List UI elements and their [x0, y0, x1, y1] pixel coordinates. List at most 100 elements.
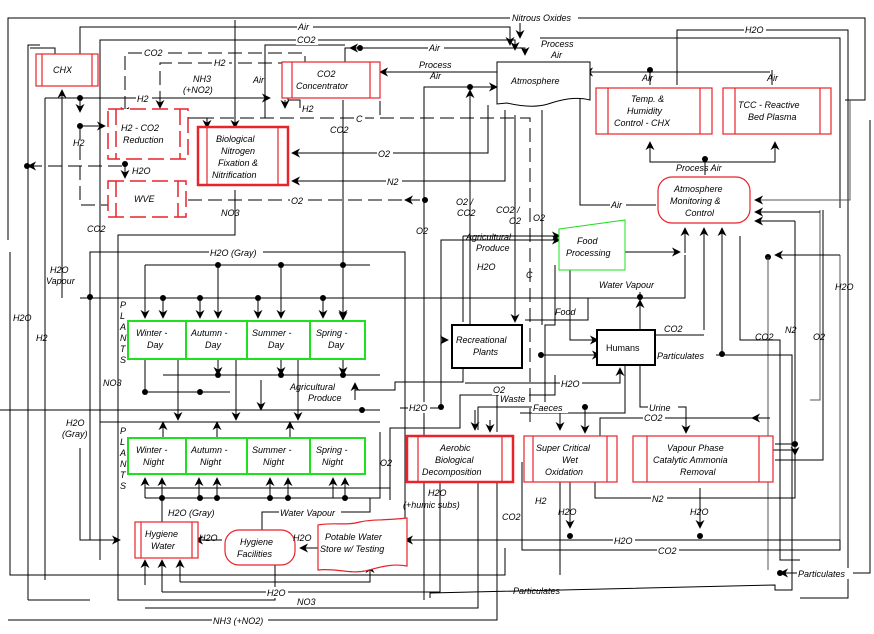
flow-water-vapour — [640, 255, 686, 299]
label-h2o-gray-left-1: H2O — [66, 418, 85, 428]
node-h2-co2-reduction-label-1: H2 - CO2 — [121, 123, 159, 133]
plant-spring-night-label-2: Night — [322, 457, 344, 467]
label-process-air-conc-1: Process — [419, 60, 452, 70]
node-vpcar-label-2: Catalytic Ammonia — [653, 455, 728, 465]
label-h2o-bottom-left: H2O — [267, 588, 286, 598]
plant-summer-night-label-1: Summer - — [252, 445, 292, 455]
plants-night-vertical-label: PLANTS — [119, 426, 127, 491]
node-bio-nitrogen-fixation[interactable]: Biological Nitrogen Fixation & Nitrifica… — [196, 125, 290, 187]
node-hygiene-water-label-2: Water — [151, 541, 176, 551]
label-waste: Waste — [500, 394, 525, 404]
plant-winter-night[interactable]: Winter - Night — [127, 437, 187, 475]
node-recreational-plants[interactable]: Recreational Plants — [451, 324, 523, 369]
label-co2-left: CO2 — [87, 224, 106, 234]
node-h2-co2-reduction[interactable]: H2 - CO2 Reduction — [107, 108, 189, 160]
label-h2o-far-left: H2O — [13, 313, 32, 323]
label-co2-dash: CO2 — [144, 48, 163, 58]
label-h2o-bottom: H2O — [614, 536, 633, 546]
node-humans[interactable]: Humans — [596, 329, 656, 366]
node-scwo-label-2: Wet — [562, 455, 578, 465]
node-atmo-monitoring-label-2: Monitoring & — [670, 196, 721, 206]
label-h2-left: H2 — [73, 138, 85, 148]
node-co2-concentrator[interactable]: CO2 Concentrator — [281, 61, 381, 99]
plant-autumn-day[interactable]: Autumn - Day — [185, 320, 248, 360]
label-air-temp: Air — [641, 73, 654, 83]
label-air-mon: Air — [610, 200, 623, 210]
node-food-processing[interactable]: Food Processing — [558, 219, 626, 271]
plant-autumn-night[interactable]: Autumn - Night — [185, 437, 248, 475]
node-atmosphere[interactable]: Atmosphere — [496, 61, 591, 107]
plant-winter-day[interactable]: Winter - Day — [127, 320, 187, 360]
node-bio-nitrogen-label-4: Nitrification — [212, 170, 257, 180]
plant-spring-night[interactable]: Spring - Night — [309, 437, 366, 475]
label-h2o-wve: H2O — [132, 166, 151, 176]
node-atmosphere-monitoring[interactable]: Atmosphere Monitoring & Control — [657, 176, 751, 224]
node-temp-humidity-label-3: Control - CHX — [614, 118, 671, 128]
label-o2-co2-1: O2 / — [456, 197, 475, 207]
label-o2-bio: O2 — [378, 149, 390, 159]
label-air-tcc: Air — [766, 73, 779, 83]
node-food-processing-label-1: Food — [577, 236, 599, 246]
label-no3-bottom: NO3 — [297, 597, 316, 607]
label-co2-urine: CO2 — [644, 413, 663, 423]
label-co2-right: CO2 — [755, 332, 774, 342]
plant-summer-night[interactable]: Summer - Night — [246, 437, 311, 475]
label-food: Food — [555, 307, 577, 317]
node-tcc-reactive-bed-plasma[interactable]: TCC - Reactive Bed Plasma — [722, 87, 832, 135]
node-atmosphere-label: Atmosphere — [510, 76, 560, 86]
label-n2-bio: N2 — [387, 177, 399, 187]
label-no3-bio: NO3 — [221, 208, 240, 218]
node-aerobic-label-1: Aerobic — [439, 443, 471, 453]
node-potable-water-label-1: Potable Water — [325, 532, 383, 542]
label-nitrous-oxides: Nitrous Oxides — [512, 13, 572, 23]
label-h2-scwo: H2 — [535, 496, 547, 506]
node-vapour-phase-catalytic-ammonia-removal[interactable]: Vapour Phase Catalytic Ammonia Removal — [632, 435, 774, 483]
label-process-air-atm-2: Air — [550, 50, 563, 60]
node-tcc-label-2: Bed Plasma — [748, 112, 797, 122]
plant-summer-day[interactable]: Summer - Day — [246, 320, 311, 360]
node-vpcar-label-3: Removal — [680, 467, 717, 477]
node-potable-water-store[interactable]: Potable Water Store w/ Testing — [317, 517, 408, 573]
label-h2o-potable: H2O — [293, 533, 312, 543]
plant-autumn-day-label-1: Autumn - — [190, 328, 228, 338]
label-agri-produce-food-2: Produce — [476, 243, 510, 253]
label-particulates-bottom: Particulates — [513, 586, 561, 596]
label-co2-top: CO2 — [297, 35, 316, 45]
node-temp-humidity-label-2: Humidity — [627, 106, 663, 116]
label-process-air-atm-1: Process — [541, 39, 574, 49]
plant-summer-day-label-2: Day — [268, 340, 285, 350]
node-hygiene-facilities[interactable]: Hygiene Facilities — [224, 529, 296, 566]
plant-autumn-night-label-1: Autumn - — [190, 445, 228, 455]
plant-winter-night-label-1: Winter - — [136, 445, 167, 455]
plants-night-group: PLANTS Winter - Night Autumn - Night Sum… — [119, 426, 366, 491]
node-bio-nitrogen-label-1: Biological — [216, 134, 256, 144]
label-faeces: Faeces — [533, 403, 563, 413]
label-h2o-humic-2: (+humic subs) — [403, 500, 460, 510]
label-h2o-top-right: H2O — [745, 25, 764, 35]
label-co2-bottom: CO2 — [658, 546, 677, 556]
label-agri-produce-food-1: Agricultural — [465, 232, 512, 242]
label-water-vapour-bottom: Water Vapour — [280, 508, 336, 518]
plant-spring-day[interactable]: Spring - Day — [309, 320, 366, 360]
label-air-top: Air — [297, 22, 310, 32]
node-potable-water-label-2: Store w/ Testing — [320, 544, 384, 554]
node-co2-concentrator-label-1: CO2 — [317, 69, 336, 79]
node-temp-humidity-control[interactable]: Temp. & Humidity Control - CHX — [595, 87, 713, 135]
label-h2-far-left: H2 — [36, 333, 48, 343]
label-h2o-gray-top: H2O (Gray) — [210, 248, 257, 258]
node-hygiene-water[interactable]: Hygiene Water — [134, 521, 199, 559]
node-super-critical-wet-oxidation[interactable]: Super Critical Wet Oxidation — [523, 435, 618, 483]
label-h2-dash: H2 — [214, 58, 226, 68]
label-o2-dash: O2 — [291, 196, 303, 206]
label-no3-left: NO3 — [103, 378, 122, 388]
node-temp-humidity-label-1: Temp. & — [631, 94, 664, 104]
label-h2o-right: H2O — [835, 282, 854, 292]
label-o2-co2-2: CO2 — [457, 208, 476, 218]
node-chx[interactable]: CHX — [35, 53, 99, 87]
node-aerobic-decomposition[interactable]: Aerobic Biological Decomposition — [405, 434, 515, 484]
label-co2-o2-1: CO2 / — [496, 205, 521, 215]
label-n2-right: N2 — [785, 325, 797, 335]
node-recreational-label-1: Recreational — [456, 335, 508, 345]
plant-autumn-day-label-2: Day — [205, 340, 222, 350]
node-wve[interactable]: WVE — [107, 180, 187, 218]
